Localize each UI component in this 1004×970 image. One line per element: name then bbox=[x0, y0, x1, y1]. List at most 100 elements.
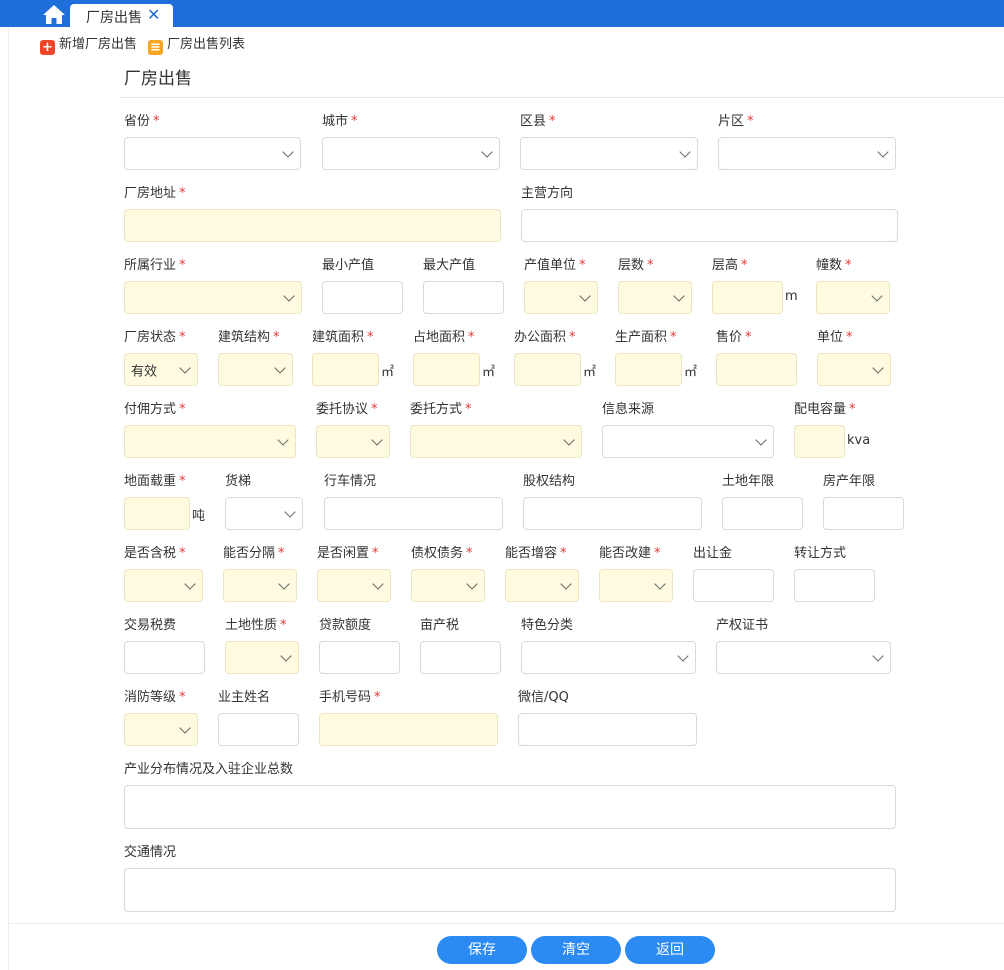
traffic-input[interactable] bbox=[124, 868, 896, 912]
office-area-input[interactable] bbox=[514, 353, 581, 386]
status-select[interactable]: 有效 bbox=[124, 353, 198, 386]
elevator-label: 货梯 bbox=[225, 470, 251, 489]
min-output-input[interactable] bbox=[322, 281, 403, 314]
floor-load-label-text: 地面载重 bbox=[124, 474, 177, 489]
buildings-label: 幢数 * bbox=[816, 254, 852, 273]
district-select[interactable] bbox=[520, 137, 698, 170]
land-area-input[interactable] bbox=[413, 353, 480, 386]
transfer-mode-input[interactable] bbox=[794, 569, 875, 602]
crane-input[interactable] bbox=[324, 497, 503, 530]
main-direction-input[interactable] bbox=[521, 209, 898, 242]
output-unit-label: 产值单位 * bbox=[524, 254, 586, 273]
province-label: 省份 * bbox=[124, 110, 160, 129]
phone-input[interactable] bbox=[319, 713, 498, 746]
transaction-tax-label: 交易税费 bbox=[124, 614, 176, 633]
add-factory-sale-button[interactable]: + 新增厂房出售 bbox=[40, 33, 137, 55]
separable-select[interactable] bbox=[223, 569, 297, 602]
building-area-input[interactable] bbox=[312, 353, 379, 386]
land-grant-fee-label: 出让金 bbox=[693, 542, 732, 561]
chevron-down-icon bbox=[677, 649, 689, 662]
required-mark: * bbox=[280, 618, 287, 633]
separable-label: 能否分隔 * bbox=[223, 542, 285, 561]
province-select[interactable] bbox=[124, 137, 301, 170]
fire-level-select[interactable] bbox=[124, 713, 198, 746]
chevron-down-icon bbox=[872, 361, 884, 374]
capacity-increase-select[interactable] bbox=[505, 569, 579, 602]
floor-load-unit: 吨 bbox=[192, 509, 206, 524]
land-grant-fee-input[interactable] bbox=[693, 569, 774, 602]
land-nature-select[interactable] bbox=[225, 641, 299, 674]
tax-included-select[interactable] bbox=[124, 569, 203, 602]
land-area-unit: ㎡ bbox=[482, 365, 496, 380]
plus-icon: + bbox=[40, 40, 55, 55]
tab-factory-sale[interactable]: 厂房出售 ✕ bbox=[70, 4, 173, 27]
production-area-input[interactable] bbox=[615, 353, 682, 386]
price-input[interactable] bbox=[716, 353, 797, 386]
clear-button[interactable]: 清空 bbox=[531, 936, 621, 964]
industry-distribution-input[interactable] bbox=[124, 785, 896, 829]
floor-load-input[interactable] bbox=[124, 497, 190, 530]
max-output-input[interactable] bbox=[423, 281, 504, 314]
required-mark: * bbox=[579, 258, 586, 273]
structure-select[interactable] bbox=[218, 353, 293, 386]
transaction-tax-input[interactable] bbox=[124, 641, 205, 674]
industry-select[interactable] bbox=[124, 281, 302, 314]
price-label: 售价 * bbox=[716, 326, 752, 345]
wechat-qq-input[interactable] bbox=[518, 713, 697, 746]
feature-category-select[interactable] bbox=[521, 641, 696, 674]
entrust-mode-select[interactable] bbox=[410, 425, 582, 458]
elevator-select[interactable] bbox=[225, 497, 303, 530]
output-unit-select[interactable] bbox=[524, 281, 598, 314]
page-title: 厂房出售 bbox=[124, 69, 192, 89]
floors-select[interactable] bbox=[618, 281, 692, 314]
chevron-down-icon bbox=[673, 289, 685, 302]
status-label-text: 厂房状态 bbox=[124, 330, 177, 345]
back-button[interactable]: 返回 bbox=[625, 936, 715, 964]
price-unit-select[interactable] bbox=[817, 353, 891, 386]
owner-name-label: 业主姓名 bbox=[218, 686, 270, 705]
power-capacity-input[interactable] bbox=[794, 425, 845, 458]
entrust-mode-label: 委托方式 * bbox=[410, 398, 472, 417]
property-years-input[interactable] bbox=[823, 497, 904, 530]
price-unit-label-text: 单位 bbox=[817, 330, 844, 345]
owner-name-input[interactable] bbox=[218, 713, 299, 746]
buildings-select[interactable] bbox=[816, 281, 890, 314]
floor-height-input[interactable] bbox=[712, 281, 783, 314]
land-years-input[interactable] bbox=[722, 497, 803, 530]
floors-label: 层数 * bbox=[618, 254, 654, 273]
office-area-label: 办公面积 * bbox=[514, 326, 576, 345]
required-mark: * bbox=[372, 546, 379, 561]
crane-label-text: 行车情况 bbox=[324, 474, 377, 489]
city-select[interactable] bbox=[322, 137, 500, 170]
building-area-unit: ㎡ bbox=[381, 365, 395, 380]
renovation-label-text: 能否改建 bbox=[599, 546, 652, 561]
area-select[interactable] bbox=[718, 137, 896, 170]
chevron-down-icon bbox=[563, 433, 575, 446]
agreement-select[interactable] bbox=[316, 425, 390, 458]
home-icon[interactable] bbox=[42, 4, 66, 25]
status-label: 厂房状态 * bbox=[124, 326, 186, 345]
transfer-mode-label: 转让方式 bbox=[794, 542, 846, 561]
idle-select[interactable] bbox=[317, 569, 391, 602]
add-label: 新增厂房出售 bbox=[59, 37, 138, 52]
loan-amount-input[interactable] bbox=[319, 641, 400, 674]
commission-select[interactable] bbox=[124, 425, 296, 458]
required-mark: * bbox=[647, 258, 654, 273]
property-cert-select[interactable] bbox=[716, 641, 891, 674]
close-icon[interactable]: ✕ bbox=[147, 4, 160, 26]
idle-label-text: 是否闲置 bbox=[317, 546, 370, 561]
wechat-qq-label: 微信/QQ bbox=[518, 686, 569, 705]
address-input[interactable] bbox=[124, 209, 501, 242]
factory-sale-list-button[interactable]: ≡ 厂房出售列表 bbox=[148, 33, 245, 55]
debt-select[interactable] bbox=[411, 569, 485, 602]
chevron-down-icon bbox=[579, 289, 591, 302]
info-source-select[interactable] bbox=[602, 425, 774, 458]
equity-input[interactable] bbox=[523, 497, 702, 530]
mu-tax-input[interactable] bbox=[420, 641, 501, 674]
area-label-text: 片区 bbox=[718, 114, 745, 129]
save-button[interactable]: 保存 bbox=[437, 936, 527, 964]
fire-level-label: 消防等级 * bbox=[124, 686, 186, 705]
renovation-select[interactable] bbox=[599, 569, 673, 602]
transfer-mode-label-text: 转让方式 bbox=[794, 546, 847, 561]
agreement-label: 委托协议 * bbox=[316, 398, 378, 417]
